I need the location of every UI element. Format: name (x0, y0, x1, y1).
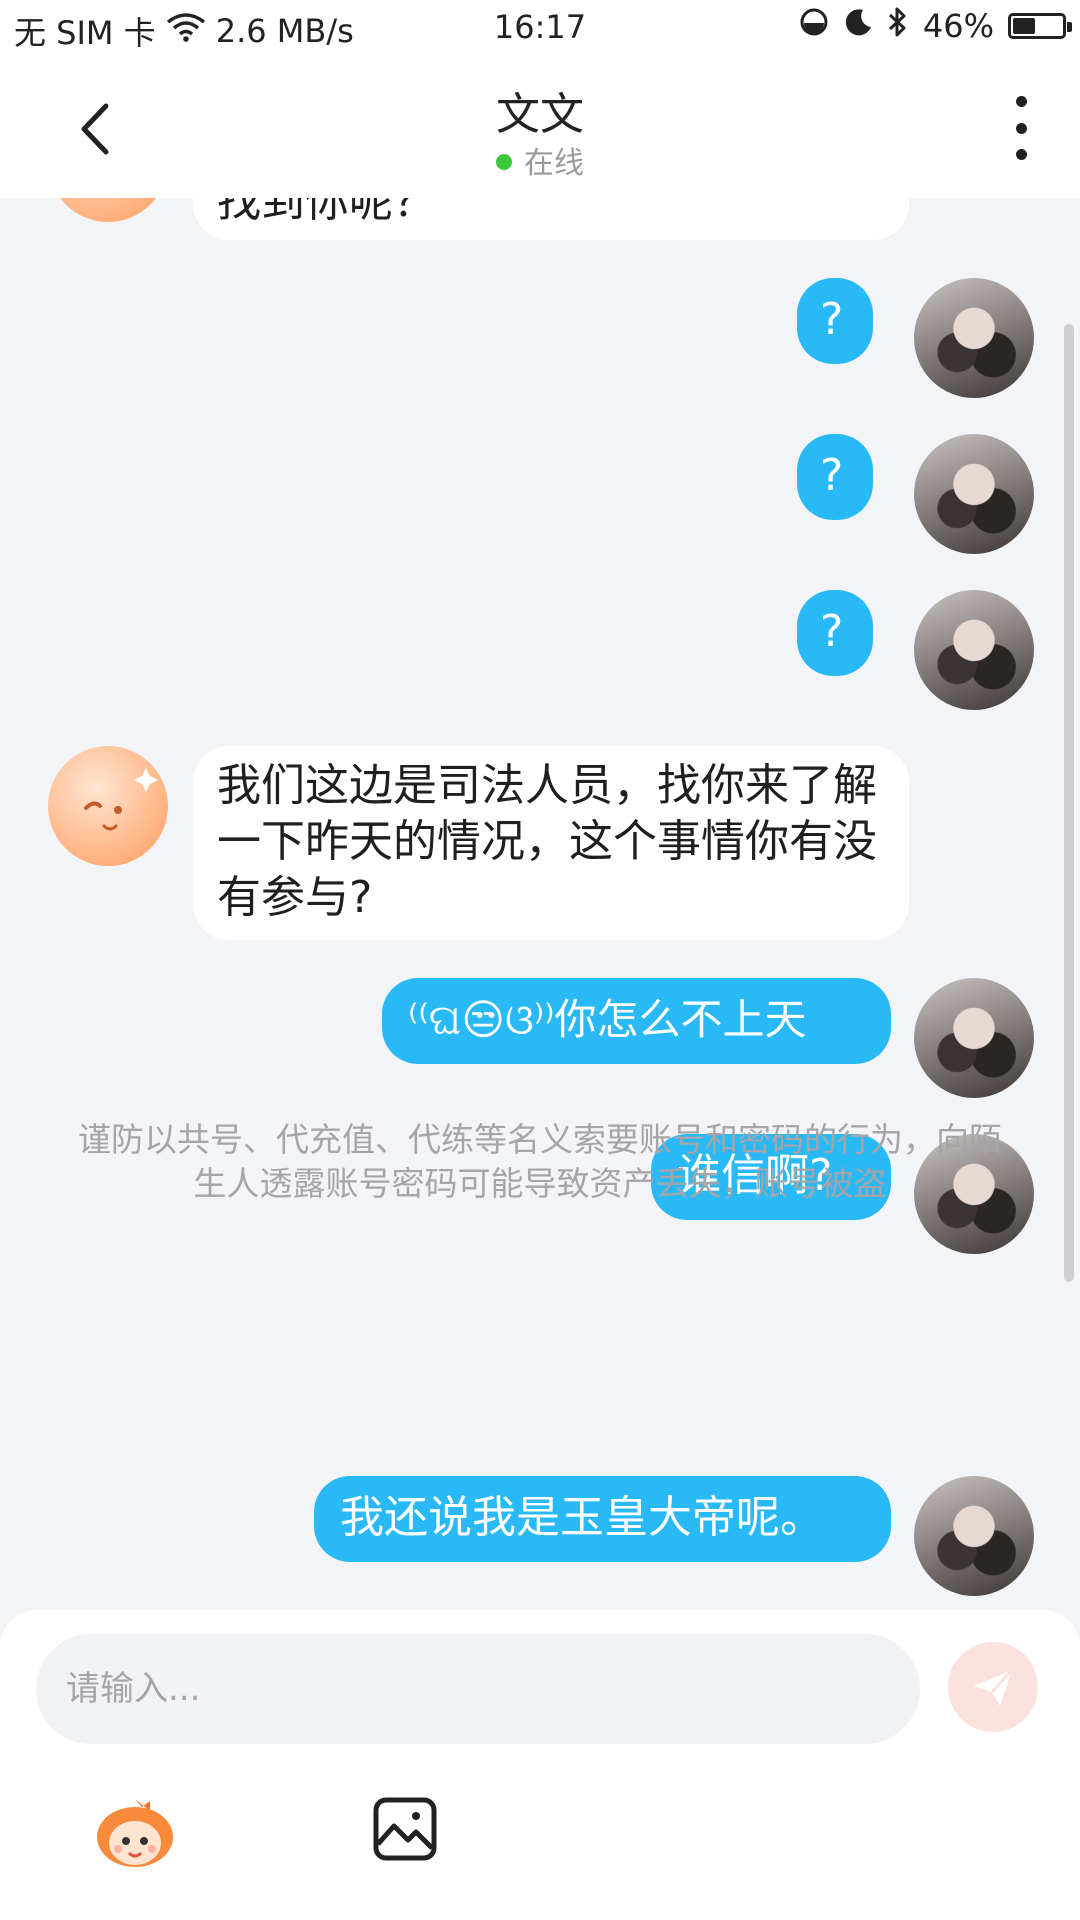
contact-avatar[interactable] (48, 746, 168, 866)
status-right: 46% (799, 6, 1072, 46)
message-bubble-outgoing[interactable]: ? (797, 590, 874, 676)
chat-header: 文文 在线 (0, 56, 1080, 198)
user-avatar[interactable] (914, 590, 1034, 710)
composer-panel: 请输入... (0, 1610, 1080, 1920)
contact-avatar-face-icon (84, 768, 158, 831)
unamused-emoji-icon: 😒 (461, 995, 505, 1044)
online-dot (496, 153, 512, 170)
online-status: 在线 (0, 138, 1080, 182)
message-bubble-outgoing[interactable]: 我还说我是玉皇大帝呢。 (314, 1476, 891, 1562)
send-button[interactable] (948, 1642, 1038, 1732)
moon-icon (843, 7, 873, 45)
more-dot (1015, 96, 1027, 107)
chat-scrollbar[interactable] (1064, 324, 1074, 1282)
battery-fill (1013, 18, 1035, 34)
user-avatar[interactable] (914, 278, 1034, 398)
more-options-button[interactable] (1006, 96, 1036, 160)
battery-percent: 46% (922, 7, 994, 45)
message-bubble-outgoing[interactable]: ? (797, 434, 874, 520)
paper-plane-icon (974, 1668, 1014, 1706)
security-notice: 谨防以共号、代充值、代练等名义索要账号和密码的行为，向陌生人透露账号密码可能导致… (78, 1120, 1002, 1203)
emoji-button[interactable] (92, 1793, 178, 1871)
chat-area[interactable]: 找到你呢？ ? ? ? 我们这边是司法人员，找你来了解一下昨天的情况，这个事情你… (0, 198, 1080, 1610)
message-bubble-incoming[interactable]: 我们这边是司法人员，找你来了解一下昨天的情况，这个事情你有没有参与? (193, 746, 909, 940)
more-dot (1015, 149, 1027, 160)
contact-name: 文文 (496, 89, 584, 140)
more-dot (1015, 122, 1027, 134)
message-text: ଓ⁾⁾你怎么不上天 (504, 995, 807, 1044)
emoji-icon (97, 1799, 173, 1867)
image-icon (373, 1797, 437, 1861)
bluetooth-icon (887, 6, 909, 46)
contact-avatar-face-icon (48, 198, 168, 222)
user-avatar[interactable] (914, 434, 1034, 554)
user-avatar[interactable] (914, 1476, 1034, 1596)
message-bubble-outgoing[interactable]: ? (797, 278, 874, 364)
status-bar: 无 SIM 卡 2.6 MB/s 16:17 46% (0, 0, 1080, 56)
message-bubble-incoming[interactable]: 找到你呢？ (193, 198, 909, 240)
image-button[interactable] (372, 1796, 438, 1862)
message-bubble-outgoing[interactable]: ⁽⁽ଘ😒ଓ⁾⁾你怎么不上天 (382, 978, 891, 1064)
contact-avatar[interactable] (48, 198, 168, 222)
data-saver-icon (799, 7, 829, 45)
message-input[interactable]: 请输入... (36, 1634, 920, 1744)
message-text: ⁽⁽ଘ (408, 995, 462, 1044)
online-status-text: 在线 (524, 146, 584, 181)
battery-icon (1008, 13, 1072, 39)
user-avatar[interactable] (914, 978, 1034, 1098)
